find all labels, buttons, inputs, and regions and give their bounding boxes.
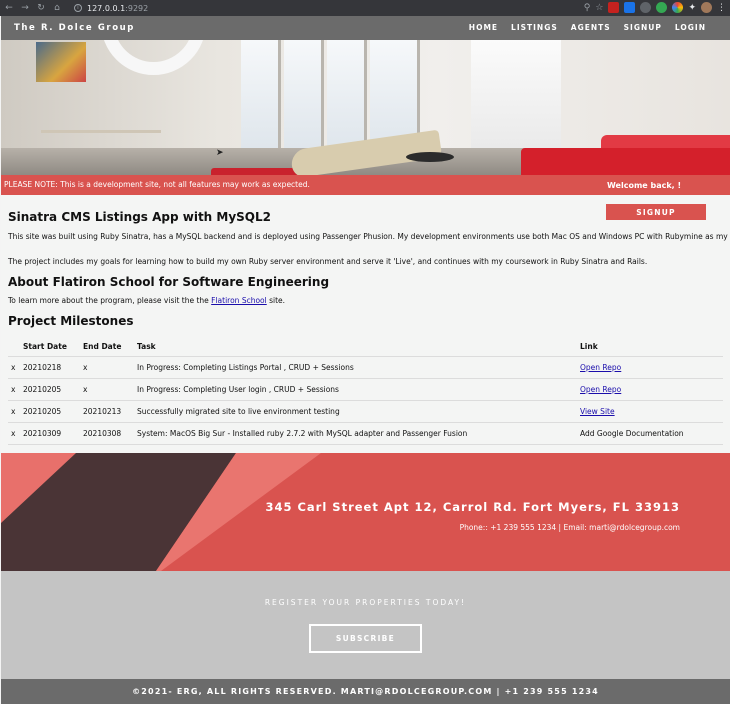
notice-bar: PLEASE NOTE: This is a development site,… bbox=[1, 175, 730, 195]
about-text-before: To learn more about the program, please … bbox=[8, 296, 212, 305]
flatiron-link[interactable]: Flatiron School bbox=[211, 296, 267, 305]
hero-painting bbox=[36, 42, 86, 82]
row-mark: x bbox=[8, 377, 23, 400]
extension-grey-icon[interactable] bbox=[640, 2, 652, 13]
row-start-date: 20210205 bbox=[23, 399, 83, 422]
nav-home[interactable]: HOME bbox=[469, 23, 498, 32]
back-icon[interactable]: ← bbox=[2, 1, 16, 15]
main-content: SIGNUP Sinatra CMS Listings App with MyS… bbox=[1, 195, 730, 453]
header-link: Link bbox=[580, 342, 598, 352]
forward-icon[interactable]: → bbox=[18, 1, 32, 15]
row-start-date: 20210309 bbox=[23, 421, 83, 445]
row-start-date: 20210205 bbox=[23, 377, 83, 400]
site-navbar: The R. Dolce Group HOME LISTINGS AGENTS … bbox=[1, 16, 730, 40]
browser-toolbar: ← → ↻ ⌂ i 127.0.0.1:9292 ⚲ ☆ ✦ ⋮ bbox=[0, 0, 730, 16]
footer-contact: Phone:: +1 239 555 1234 | Email: marti@r… bbox=[459, 523, 680, 532]
page-title: Sinatra CMS Listings App with MySQL2 bbox=[8, 210, 272, 224]
subscribe-button[interactable]: SUBSCRIBE bbox=[309, 624, 422, 653]
info-icon[interactable]: i bbox=[74, 4, 82, 12]
hero-image: ➤ bbox=[1, 40, 730, 175]
hero-coffee-table bbox=[406, 152, 454, 162]
hero-window-1 bbox=[241, 40, 281, 148]
extension-color-icon[interactable] bbox=[672, 2, 684, 13]
row-end-date: 20210308 bbox=[83, 421, 137, 445]
row-task: In Progress: Completing User login , CRU… bbox=[137, 377, 580, 400]
row-end-date: 20210213 bbox=[83, 399, 137, 422]
nav-links: HOME LISTINGS AGENTS SIGNUP LOGIN bbox=[469, 23, 706, 32]
address-bar[interactable]: i 127.0.0.1:9292 bbox=[74, 2, 148, 14]
star-icon[interactable]: ☆ bbox=[595, 3, 603, 13]
hero-dining-table bbox=[41, 130, 161, 170]
hero-window-3 bbox=[327, 40, 367, 148]
extensions-area: ⚲ ☆ ✦ ⋮ bbox=[584, 2, 726, 13]
row-task: System: MacOS Big Sur - Installed ruby 2… bbox=[137, 421, 580, 445]
register-section: REGISTER YOUR PROPERTIES TODAY! SUBSCRIB… bbox=[1, 571, 730, 679]
intro-paragraph: This site was built using Ruby Sinatra, … bbox=[8, 232, 730, 241]
welcome-message: Welcome back, ! bbox=[607, 181, 682, 190]
row-mark: x bbox=[8, 421, 23, 445]
nav-signup[interactable]: SIGNUP bbox=[624, 23, 662, 32]
url-port: :9292 bbox=[125, 3, 149, 13]
menu-icon[interactable]: ⋮ bbox=[717, 3, 726, 13]
url-host: 127.0.0.1 bbox=[87, 3, 126, 13]
reload-icon[interactable]: ↻ bbox=[34, 1, 48, 15]
extension-red-icon[interactable] bbox=[608, 2, 620, 13]
header-end-date: End Date bbox=[83, 342, 122, 352]
hero-window-2 bbox=[284, 40, 324, 148]
row-mark: x bbox=[8, 355, 23, 378]
hero-sofa bbox=[521, 148, 730, 175]
milestones-table: Start Date End Date Task Link x 20210218… bbox=[8, 338, 723, 445]
header-mark bbox=[8, 338, 23, 356]
open-repo-link[interactable]: Open Repo bbox=[580, 363, 621, 372]
about-text-after: site. bbox=[266, 296, 286, 305]
row-task: Successfully migrated site to live envir… bbox=[137, 399, 580, 422]
extension-green-icon[interactable] bbox=[656, 2, 668, 13]
footer-address: 345 Carl Street Apt 12, Carrol Rd. Fort … bbox=[265, 500, 680, 514]
row-link-text: Add Google Documentation bbox=[580, 421, 723, 445]
header-task: Task bbox=[137, 342, 156, 352]
nav-listings[interactable]: LISTINGS bbox=[511, 23, 558, 32]
contact-band: 345 Carl Street Apt 12, Carrol Rd. Fort … bbox=[1, 453, 730, 571]
brand-logo[interactable]: The R. Dolce Group bbox=[14, 23, 135, 33]
goals-paragraph: The project includes my goals for learni… bbox=[8, 257, 648, 266]
hero-window-4 bbox=[370, 40, 420, 148]
signup-button[interactable]: SIGNUP bbox=[606, 204, 706, 220]
nav-login[interactable]: LOGIN bbox=[675, 23, 706, 32]
zoom-icon[interactable]: ⚲ bbox=[584, 3, 591, 13]
mouse-cursor-icon: ➤ bbox=[216, 148, 224, 158]
table-row: x 20210205 x In Progress: Completing Use… bbox=[8, 377, 723, 400]
row-task: In Progress: Completing Listings Portal … bbox=[137, 355, 580, 378]
open-repo-link[interactable]: Open Repo bbox=[580, 385, 621, 394]
view-site-link[interactable]: View Site bbox=[580, 407, 615, 416]
table-row: x 20210205 20210213 Successfully migrate… bbox=[8, 399, 723, 422]
copyright-bar: ©2021- ERG, ALL RIGHTS RESERVED. MARTI@R… bbox=[1, 679, 730, 704]
row-mark: x bbox=[8, 399, 23, 422]
nav-agents[interactable]: AGENTS bbox=[571, 23, 611, 32]
header-start-date: Start Date bbox=[23, 342, 67, 352]
profile-avatar[interactable] bbox=[701, 2, 712, 13]
row-end-date: x bbox=[83, 355, 137, 378]
register-title: REGISTER YOUR PROPERTIES TODAY! bbox=[264, 598, 467, 607]
home-icon[interactable]: ⌂ bbox=[50, 1, 64, 15]
extension-blue-icon[interactable] bbox=[624, 2, 636, 13]
about-paragraph: To learn more about the program, please … bbox=[8, 296, 285, 305]
about-heading: About Flatiron School for Software Engin… bbox=[8, 275, 330, 289]
milestones-heading: Project Milestones bbox=[8, 314, 134, 328]
row-end-date: x bbox=[83, 377, 137, 400]
dev-notice: PLEASE NOTE: This is a development site,… bbox=[4, 180, 310, 189]
table-row: x 20210218 x In Progress: Completing Lis… bbox=[8, 355, 723, 378]
row-start-date: 20210218 bbox=[23, 355, 83, 378]
table-row: x 20210309 20210308 System: MacOS Big Su… bbox=[8, 421, 723, 445]
table-header-row: Start Date End Date Task Link bbox=[8, 338, 723, 356]
hero-window-5 bbox=[471, 40, 561, 148]
puzzle-icon[interactable]: ✦ bbox=[688, 3, 696, 13]
